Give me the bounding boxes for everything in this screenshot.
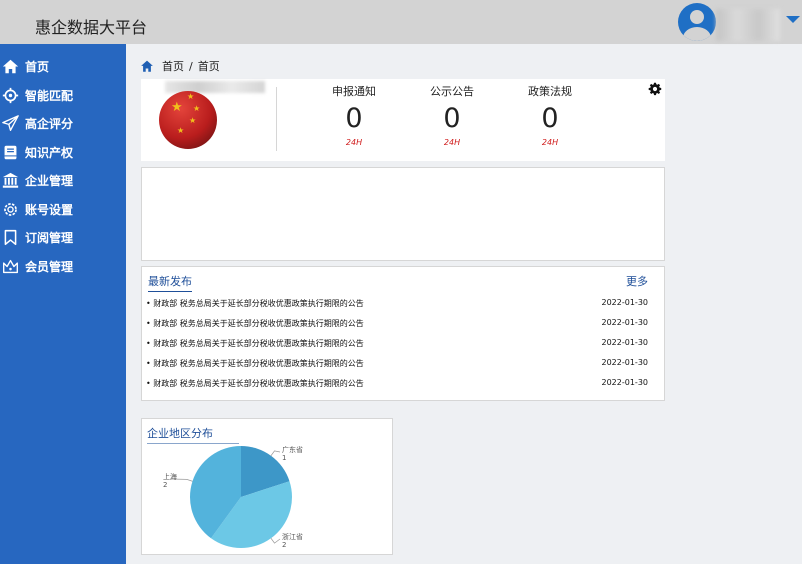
pie-label-guangdong: 广东省 1: [282, 446, 303, 462]
pie-label-shanghai: 上海 2: [163, 473, 177, 489]
bank-icon: [1, 171, 19, 189]
news-date: 2022-01-30: [601, 358, 649, 367]
breadcrumb-home[interactable]: 首页: [162, 58, 184, 74]
book-icon: [1, 143, 19, 161]
bookmark-icon: [1, 228, 19, 246]
user-avatar[interactable]: [678, 3, 716, 41]
stat-label: 申报通知: [332, 85, 376, 98]
region-chart-panel: 企业地区分布 广东省 1 浙江省 2 上海 2: [141, 418, 393, 555]
home-icon: [1, 57, 19, 75]
sidebar-item-label: 首页: [25, 59, 50, 74]
stat-policy[interactable]: 政策法规 0 24H: [510, 83, 590, 147]
news-item[interactable]: • 财政部 税务总局关于延长部分税收优惠政策执行期限的公告 2022-01-30: [146, 318, 648, 329]
sidebar-item-label: 账号设置: [25, 202, 74, 217]
sidebar-item-account[interactable]: 账号设置: [0, 195, 126, 223]
sidebar-item-home[interactable]: 首页: [0, 52, 126, 80]
target-icon: [1, 86, 19, 104]
home-icon[interactable]: [140, 60, 154, 73]
blank-panel: [141, 167, 665, 261]
sidebar-item-label: 智能匹配: [25, 88, 74, 103]
app-title: 惠企数据大平台: [35, 18, 148, 37]
pie-chart: [169, 446, 292, 548]
sidebar-item-match[interactable]: 智能匹配: [0, 81, 126, 109]
pie-leader-line: [270, 538, 281, 544]
chevron-down-icon[interactable]: [786, 16, 800, 23]
news-text: 财政部 税务总局关于延长部分税收优惠政策执行期限的公告: [153, 379, 364, 388]
breadcrumb-current: 首页: [197, 60, 220, 73]
news-date: 2022-01-30: [601, 378, 649, 387]
paper-plane-icon: [1, 114, 19, 132]
stat-value: 0: [345, 103, 363, 134]
sidebar-item-member[interactable]: 会员管理: [0, 252, 126, 280]
sidebar-item-subscription[interactable]: 订阅管理: [0, 223, 126, 251]
stat-sub: 24H: [443, 138, 461, 147]
stat-sub: 24H: [345, 138, 363, 147]
news-item[interactable]: • 财政部 税务总局关于延长部分税收优惠政策执行期限的公告 2022-01-30: [146, 358, 648, 369]
top-bar: 惠企数据大平台: [0, 0, 802, 44]
news-text: 财政部 税务总局关于延长部分税收优惠政策执行期限的公告: [153, 339, 364, 348]
sidebar-item-label: 会员管理: [25, 259, 74, 274]
news-text: 财政部 税务总局关于延长部分税收优惠政策执行期限的公告: [153, 359, 364, 368]
news-text: 财政部 税务总局关于延长部分税收优惠政策执行期限的公告: [153, 319, 364, 328]
stat-declaration[interactable]: 申报通知 0 24H: [314, 83, 394, 147]
news-item[interactable]: • 财政部 税务总局关于延长部分税收优惠政策执行期限的公告 2022-01-30: [146, 378, 648, 389]
sidebar-item-label: 知识产权: [25, 145, 74, 160]
stat-sub: 24H: [541, 138, 559, 147]
breadcrumb-separator: /: [189, 59, 193, 73]
sidebar-item-label: 企业管理: [25, 173, 74, 188]
sidebar: 首页 智能匹配 高企评分 知识产权 企业管理 账号设置 订阅管理 会员管理: [0, 44, 126, 564]
username-redacted[interactable]: [716, 9, 780, 41]
gear-icon: [1, 200, 19, 218]
news-panel: 最新发布 更多 • 财政部 税务总局关于延长部分税收优惠政策执行期限的公告 20…: [141, 266, 665, 401]
stat-value: 0: [541, 103, 559, 134]
stat-label: 公示公告: [430, 85, 474, 98]
stat-value: 0: [443, 103, 461, 134]
sidebar-item-enterprise[interactable]: 企业管理: [0, 166, 126, 194]
stats-card: ★ ★ ★ ★ ★ 申报通知 0 24H 公示公告 0 24H 政策法规 0 2…: [141, 79, 665, 161]
crown-icon: [1, 257, 19, 275]
company-logo: ★ ★ ★ ★ ★: [159, 91, 217, 149]
sidebar-item-label: 订阅管理: [25, 230, 74, 245]
more-link[interactable]: 更多: [626, 273, 648, 289]
stat-announcement[interactable]: 公示公告 0 24H: [412, 83, 492, 147]
sidebar-item-score[interactable]: 高企评分: [0, 109, 126, 137]
news-date: 2022-01-30: [601, 298, 649, 307]
breadcrumb: 首页 / 首页: [140, 58, 220, 74]
news-title: 最新发布: [148, 273, 192, 292]
stat-label: 政策法规: [528, 85, 572, 98]
news-date: 2022-01-30: [601, 318, 649, 327]
news-text: 财政部 税务总局关于延长部分税收优惠政策执行期限的公告: [153, 299, 364, 308]
sidebar-item-ip[interactable]: 知识产权: [0, 138, 126, 166]
sidebar-item-label: 高企评分: [25, 116, 74, 131]
pie-leader-line: [270, 450, 281, 456]
news-item[interactable]: • 财政部 税务总局关于延长部分税收优惠政策执行期限的公告 2022-01-30: [146, 338, 648, 349]
news-item[interactable]: • 财政部 税务总局关于延长部分税收优惠政策执行期限的公告 2022-01-30: [146, 298, 648, 309]
settings-gear-icon[interactable]: [648, 82, 662, 96]
news-date: 2022-01-30: [601, 338, 649, 347]
pie-label-zhejiang: 浙江省 2: [282, 533, 303, 549]
divider: [276, 87, 277, 151]
